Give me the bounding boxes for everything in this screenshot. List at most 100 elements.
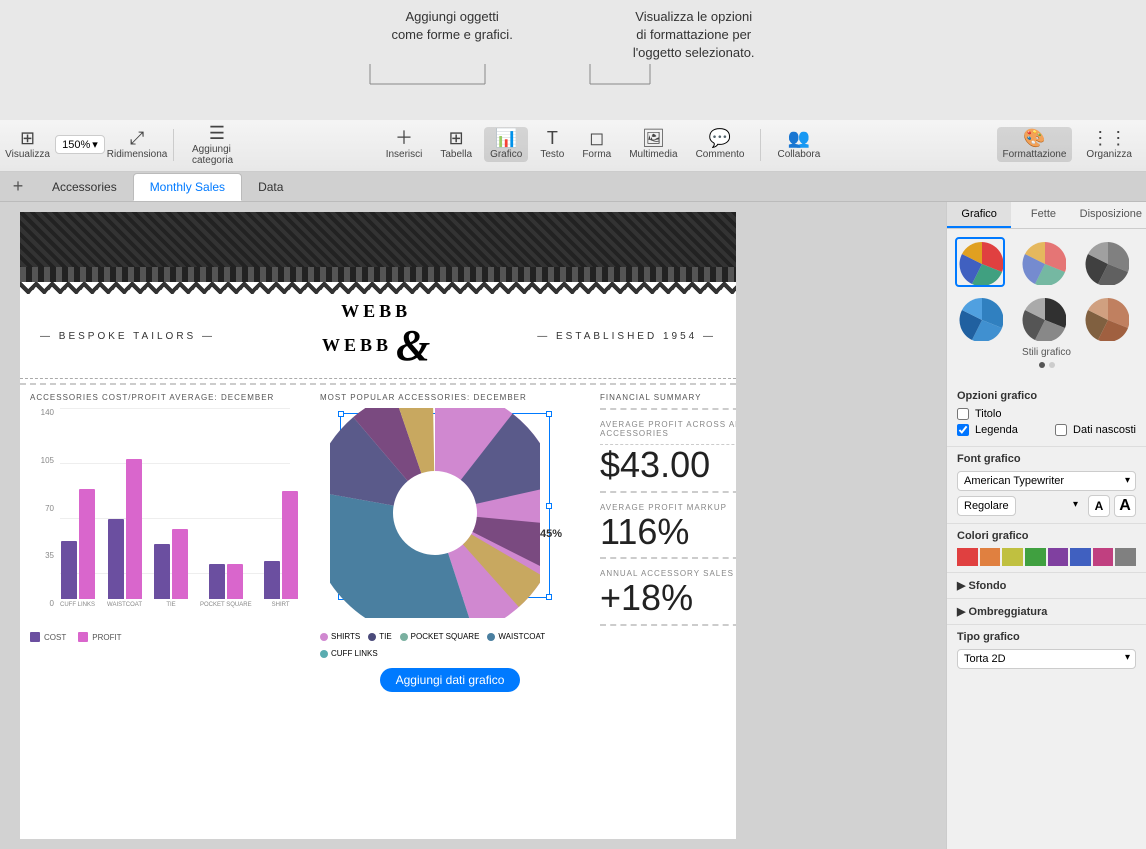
dati-checkbox[interactable] — [1055, 424, 1067, 436]
swatch-4[interactable] — [1048, 548, 1069, 566]
sfondo-section[interactable]: ▶ Sfondo — [947, 573, 1146, 599]
visualizza-button[interactable]: ⊞ Visualizza — [8, 127, 47, 162]
tab-disposizione[interactable]: Disposizione — [1076, 202, 1146, 228]
pie-chart-container[interactable]: 5% 6% 11% 33% 45% — [330, 408, 570, 628]
dot-waistcoat — [487, 633, 495, 641]
font-section: Font grafico American Typewriter ▾ Regol… — [947, 447, 1146, 524]
dot-2[interactable] — [1049, 362, 1055, 368]
forma-button[interactable]: ◻ Forma — [576, 127, 617, 162]
handle-tr[interactable] — [546, 411, 552, 417]
testo-button[interactable]: T Testo — [534, 127, 570, 162]
ombreggiatura-section[interactable]: ▶ Ombreggiatura — [947, 599, 1146, 625]
inserisci-button[interactable]: ＋ Inserisci — [380, 127, 429, 162]
tab-grafico[interactable]: Grafico — [947, 202, 1011, 228]
add-data-button[interactable]: Aggiungi dati grafico — [380, 668, 521, 692]
legend-cufflinks: CUFF LINKS — [320, 649, 378, 658]
tab-data[interactable]: Data — [242, 173, 299, 201]
tabella-button[interactable]: ⊞ Tabella — [434, 127, 478, 162]
font-select-wrapper: American Typewriter ▾ — [957, 471, 1136, 495]
tipo-title: Tipo grafico — [957, 631, 1136, 643]
color-swatches — [957, 548, 1136, 566]
dot-pocket — [400, 633, 408, 641]
zoom-control[interactable]: 150% ▾ — [55, 135, 105, 154]
bespoke-text: — BESPOKE TAILORS — — [40, 331, 215, 342]
font-name-select[interactable]: American Typewriter — [957, 471, 1136, 491]
swatch-6[interactable] — [1093, 548, 1114, 566]
bar-cost — [154, 544, 170, 599]
commento-button[interactable]: 💬 Commento — [690, 127, 751, 162]
bar-group-pocket: POCKET SQUARE — [200, 564, 252, 608]
titolo-checkbox[interactable] — [957, 408, 969, 420]
panel-tabs: Grafico Fette Disposizione — [947, 202, 1146, 229]
established-text: — ESTABLISHED 1954 — — [537, 331, 716, 342]
tooltip-bracket — [320, 64, 660, 94]
ridimensiona-button[interactable]: ⤢ Ridimensiona — [113, 127, 162, 162]
stats-title: FINANCIAL SUMMARY — [600, 393, 736, 402]
font-decrease-button[interactable]: A — [1088, 495, 1110, 517]
legenda-checkbox[interactable] — [957, 424, 969, 436]
colors-section: Colori grafico — [947, 524, 1146, 573]
tipo-section: Tipo grafico Torta 2D ▾ — [947, 625, 1146, 675]
document-page: — BESPOKE TAILORS — WEBB WEBB & — ESTABL… — [20, 212, 736, 839]
style-item-4[interactable] — [955, 293, 1005, 343]
bar-chart[interactable]: 140 105 70 35 0 — [30, 408, 290, 628]
style-item-2[interactable] — [1018, 237, 1068, 287]
multimedia-button[interactable]: 🖼 Multimedia — [623, 127, 683, 162]
dati-label: Dati nascosti — [1073, 424, 1136, 436]
tooltip-right: Visualizza le opzioni di formattazione p… — [633, 8, 755, 63]
titolo-label: Titolo — [975, 408, 1002, 420]
swatch-3[interactable] — [1025, 548, 1046, 566]
annual-value: +18% — [600, 578, 736, 618]
styles-label: Stili grafico — [955, 347, 1138, 358]
graph-styles: Stili grafico — [947, 229, 1146, 384]
tab-monthly-sales[interactable]: Monthly Sales — [133, 173, 242, 201]
collabora-button[interactable]: 👥 Collabora — [771, 127, 826, 162]
canvas: — BESPOKE TAILORS — WEBB WEBB & — ESTABL… — [0, 202, 946, 849]
pie-chart-title: MOST POPULAR ACCESSORIES: DECEMBER — [320, 393, 580, 402]
style-item-3[interactable] — [1081, 237, 1131, 287]
formattazione-button[interactable]: 🎨 Formattazione — [997, 127, 1073, 162]
bar-group-tie: TIE — [154, 529, 188, 608]
bar-profit — [227, 564, 243, 599]
bar-profit — [79, 489, 95, 599]
tipo-select[interactable]: Torta 2D — [957, 649, 1136, 669]
organizza-button[interactable]: ⋮⋮ Organizza — [1080, 127, 1138, 162]
tooltip-area: Aggiungi oggetti come forme e grafici. V… — [0, 0, 1146, 120]
style-item-1[interactable] — [955, 237, 1005, 287]
handle-mr[interactable] — [546, 503, 552, 509]
bar-profit — [172, 529, 188, 599]
handle-br[interactable] — [546, 594, 552, 600]
checkbox-pair2: Legenda Dati nascosti — [957, 424, 1136, 440]
tab-accessories[interactable]: Accessories — [36, 173, 133, 201]
style-item-6[interactable] — [1081, 293, 1131, 343]
swatch-1[interactable] — [980, 548, 1001, 566]
dot-1[interactable] — [1039, 362, 1045, 368]
legend-cost: COST — [30, 632, 66, 642]
swatch-2[interactable] — [1002, 548, 1023, 566]
legend-dot-cost — [30, 632, 40, 642]
grafico-button[interactable]: 📊 Grafico — [484, 127, 528, 162]
sfondo-label: ▶ Sfondo — [957, 579, 1006, 592]
font-style-select[interactable]: Regolare — [957, 496, 1016, 516]
style-item-5[interactable] — [1018, 293, 1068, 343]
legend-waistcoat: WAISTCOAT — [487, 632, 545, 641]
swatch-7[interactable] — [1115, 548, 1136, 566]
titolo-row: Titolo — [957, 408, 1002, 420]
bar-profit — [126, 459, 142, 599]
add-tab-button[interactable]: + — [4, 173, 32, 201]
tab-fette[interactable]: Fette — [1011, 202, 1075, 228]
font-increase-button[interactable]: A — [1114, 495, 1136, 517]
bar-cost — [264, 561, 280, 599]
dot-shirts — [320, 633, 328, 641]
bar-chart-inner: CUFF LINKS WAISTCOAT — [60, 408, 290, 608]
dashed-divider — [20, 383, 736, 385]
swatch-0[interactable] — [957, 548, 978, 566]
tabs-bar: + Accessories Monthly Sales Data — [0, 172, 1146, 202]
dati-row: Dati nascosti — [1055, 424, 1136, 436]
pie-svg[interactable] — [330, 408, 540, 618]
aggiungi-categoria-button[interactable]: ☰ Aggiungi categoria — [186, 122, 248, 168]
swatch-5[interactable] — [1070, 548, 1091, 566]
legenda-row: Legenda — [957, 424, 1018, 436]
bar-group-cufflinks: CUFF LINKS — [60, 489, 95, 608]
checkbox-pair: Titolo — [957, 408, 1136, 424]
